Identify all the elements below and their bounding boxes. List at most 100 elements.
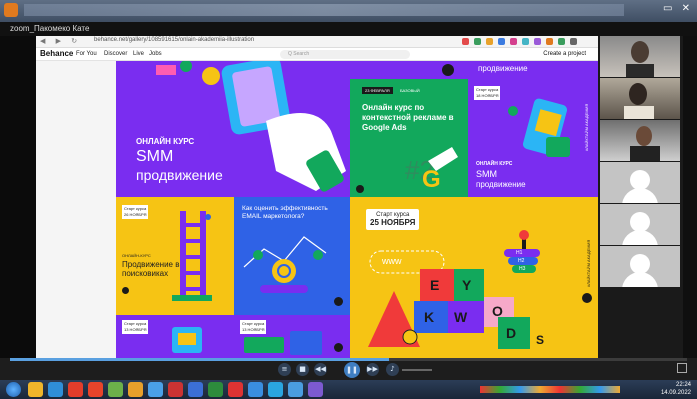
window-controls[interactable]: ▭ ✕ [663,3,693,14]
progress-bar[interactable] [10,358,687,361]
participant-avatar-tile[interactable] [600,162,680,203]
stop-icon[interactable]: ■ [296,363,309,376]
word-icon[interactable] [188,382,203,397]
pause-button[interactable]: ❚❚ [344,362,360,378]
profile-icon[interactable] [570,38,577,45]
clock[interactable]: 22:24 14.09.2022 [661,381,691,397]
svg-text:G: G [422,166,441,193]
participant-avatar-tile[interactable] [600,246,680,287]
extension-icon[interactable] [534,38,541,45]
logo-icon [122,287,129,294]
extension-icon[interactable] [474,38,481,45]
google-illustration: #2 G [405,147,458,193]
seo-title: Продвижение в поисковиках [122,260,180,278]
extension-icon[interactable] [546,38,553,45]
address-bar[interactable]: ◀ ▶ ↻ behance.net/gallery/108591615/onla… [36,36,598,48]
nav-jobs[interactable]: Jobs [149,51,162,57]
app-icon[interactable] [288,382,303,397]
seo-date: Старт курса 26 НОЯБРЯ [122,205,149,219]
tray-icons[interactable] [480,386,620,393]
right-top-text: продвижение [478,64,528,73]
search-input[interactable]: Q Search [280,50,410,59]
date-label: Старт курса [476,87,499,92]
app-icon[interactable] [208,382,223,397]
extension-icon[interactable] [498,38,505,45]
tile-start-course[interactable]: Старт курса 25 НОЯБРЯ www E Y K W O D S … [350,197,598,358]
tile-bottom-2[interactable]: Старт курса 13 НОЯБРЯ [234,315,350,358]
telegram-icon[interactable] [268,382,283,397]
nav-discover[interactable]: Discover [104,51,127,57]
block-letter: O [492,303,503,319]
extension-icon[interactable] [462,38,469,45]
app-icon[interactable] [128,382,143,397]
extension-icon[interactable] [558,38,565,45]
google-date: 23 ФЕВРАЛЯ [362,87,393,94]
nav-arrows-icon[interactable]: ◀ ▶ ↻ [40,37,81,45]
app-icon[interactable] [228,382,243,397]
explorer-icon[interactable] [28,382,43,397]
playlist-icon[interactable]: ≡ [278,363,291,376]
logo-icon [582,293,592,303]
nav-live[interactable]: Live [133,51,144,57]
participant-video[interactable] [600,120,680,161]
date-value: 13 НОЯБРЯ [242,327,265,332]
nav-for-you[interactable]: For You [76,51,97,57]
chrome-icon[interactable] [148,382,163,397]
zoom-title-bar: zoom_Пакомеко Кате [0,22,697,36]
side-scroll-strip[interactable] [683,36,697,358]
participant-video[interactable] [600,36,680,77]
start-button-icon[interactable] [6,382,21,397]
forward-icon[interactable]: ▶▶ [366,363,379,376]
bottom2-date: Старт курса 13 НОЯБРЯ [240,320,267,334]
tile-google-ads[interactable]: 23 ФЕВРАЛЯ БАЗОВЫЙ Онлайн курс по контек… [350,79,468,197]
logo-icon [334,297,343,306]
start-orb-icon[interactable] [4,3,18,17]
tile-right-top[interactable]: продвижение [468,61,598,81]
start-vertical: #ЛАЙКТАЙМ АКАДЕМИЯ [586,239,591,287]
screen: ▭ ✕ zoom_Пакомеко Кате ◀ ▶ ↻ behance.net… [0,0,697,399]
start-date-box: Старт курса 25 НОЯБРЯ [366,209,420,230]
tile-strip [350,61,468,79]
volume-slider[interactable] [402,369,432,371]
rewind-icon[interactable]: ◀◀ [314,363,327,376]
tile-right-smm[interactable]: Старт курса 18 НОЯБРЯ ОНЛАЙН КУРС SMM про… [468,81,598,197]
smm-title: SMM [136,148,174,165]
url-text[interactable]: behance.net/gallery/108591615/onlain-aka… [94,37,254,43]
participant-video[interactable] [600,78,680,119]
pyramid-label: H1 [516,250,523,256]
yandex-browser-icon[interactable] [168,382,183,397]
tile-email[interactable]: Как оценить эффективность EMAIL маркетол… [234,197,350,315]
behance-logo[interactable]: Behance [40,49,73,58]
right-smm-subtitle: продвижение [476,180,526,189]
ie-icon[interactable] [48,382,63,397]
avatar-body [622,272,658,287]
project-gallery: ОНЛАЙН КУРС SMM продвижение 23 ФЕВРАЛЯ Б… [36,61,598,358]
person-silhouette-icon [624,83,654,119]
fullscreen-icon[interactable] [677,363,687,373]
gallery-margin [36,61,116,358]
block-letter: W [454,309,468,325]
media-player: ≡ ■ ◀◀ ❚❚ ▶▶ ♪ [0,358,697,380]
extension-icon[interactable] [510,38,517,45]
date-value: 18 НОЯБРЯ [476,93,499,98]
right-smm-title: SMM [476,169,497,179]
tile-smm[interactable]: ОНЛАЙН КУРС SMM продвижение [116,61,350,197]
zoom-icon[interactable] [248,382,263,397]
yandex-icon[interactable] [88,382,103,397]
app-icon[interactable] [308,382,323,397]
tile-seo[interactable]: Старт курса 26 НОЯБРЯ ОНЛАЙН-КУРС Продвиж… [116,197,234,315]
avatar-icon [630,254,650,274]
participant-avatar-tile[interactable] [600,204,680,245]
browser-window: ◀ ▶ ↻ behance.net/gallery/108591615/onla… [36,36,598,61]
volume-icon[interactable]: ♪ [386,363,399,376]
create-project-button[interactable]: Create a project [543,51,586,57]
tile-bottom-1[interactable]: Старт курса 13 НОЯБРЯ [116,315,234,358]
smm-subtitle: продвижение [136,167,223,183]
opera-icon[interactable] [68,382,83,397]
seo-kicker: ОНЛАЙН-КУРС [122,253,151,258]
participants-panel [598,36,697,358]
date-value: 26 НОЯБРЯ [124,212,147,217]
extension-icon[interactable] [486,38,493,45]
app-icon[interactable] [108,382,123,397]
extension-icon[interactable] [522,38,529,45]
